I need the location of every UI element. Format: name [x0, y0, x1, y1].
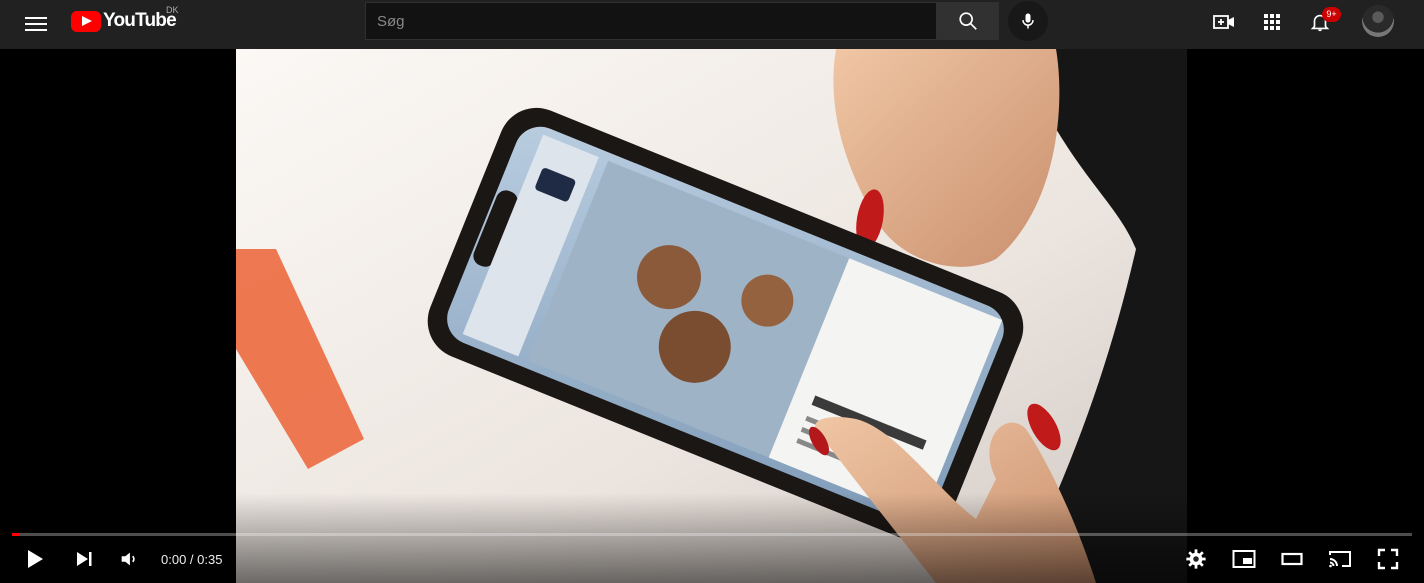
cast-icon — [1329, 551, 1351, 568]
theater-mode-button[interactable] — [1279, 546, 1305, 572]
miniplayer-icon — [1232, 550, 1256, 568]
play-button[interactable] — [22, 546, 48, 572]
fullscreen-icon — [1377, 548, 1399, 570]
create-video-icon — [1213, 15, 1234, 29]
search-input[interactable] — [365, 2, 936, 40]
progress-bar[interactable] — [12, 533, 1412, 536]
current-time: 0:00 — [161, 552, 187, 567]
country-code: DK — [166, 5, 179, 15]
progress-played — [12, 533, 21, 536]
cast-button[interactable] — [1327, 546, 1353, 572]
next-icon — [77, 552, 92, 566]
youtube-logo-icon — [71, 10, 101, 32]
youtube-logo[interactable]: YouTube — [71, 9, 177, 33]
search-icon — [958, 12, 977, 30]
theater-mode-icon — [1281, 552, 1303, 566]
time-display: 0:00 / 0:35 — [161, 552, 222, 567]
video-player[interactable]: 0:00 / 0:35 — [0, 49, 1424, 583]
duration: 0:35 — [197, 552, 223, 567]
mute-button[interactable] — [116, 546, 142, 572]
menu-icon[interactable] — [25, 13, 47, 35]
microphone-icon — [1022, 13, 1034, 29]
controls-gradient — [0, 493, 1424, 583]
miniplayer-button[interactable] — [1231, 546, 1257, 572]
apps-icon — [1264, 14, 1280, 30]
voice-search-button[interactable] — [1008, 1, 1048, 41]
apps-button[interactable] — [1260, 10, 1284, 34]
search-bar — [365, 2, 999, 40]
avatar[interactable] — [1362, 5, 1394, 37]
volume-icon — [121, 552, 135, 566]
play-icon — [28, 550, 43, 568]
logo-text: YouTube — [103, 10, 177, 31]
masthead: YouTube DK Søg 9+ — [0, 0, 1424, 49]
notification-badge: 9+ — [1322, 7, 1341, 22]
create-video-button[interactable] — [1212, 10, 1236, 34]
fullscreen-button[interactable] — [1375, 546, 1401, 572]
settings-button[interactable] — [1183, 546, 1209, 572]
next-button[interactable] — [71, 546, 97, 572]
settings-icon — [1186, 549, 1206, 569]
time-separator: / — [186, 552, 198, 567]
search-button[interactable] — [936, 2, 999, 40]
